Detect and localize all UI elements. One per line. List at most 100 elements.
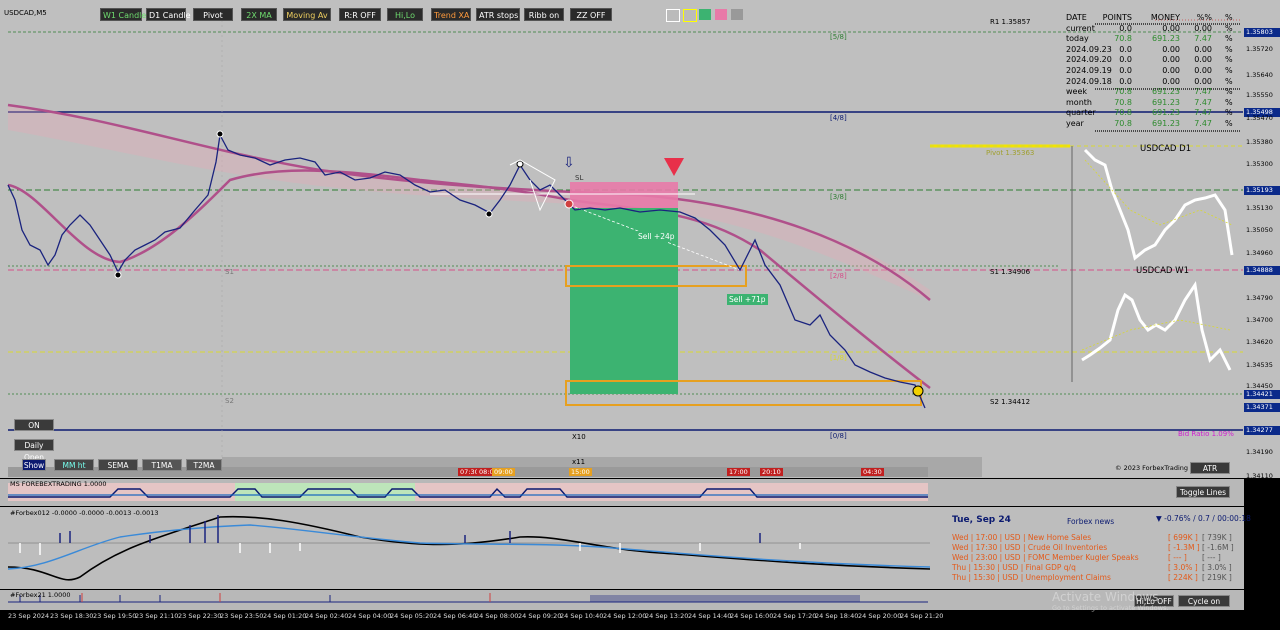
price-axis-label: 1.35050 <box>1246 226 1273 234</box>
indicator-3-label: #Forbex21 1.0000 <box>10 591 71 599</box>
murrey-5-8: [5/8] <box>830 33 847 41</box>
murrey-2-8: [2/8] <box>830 272 847 280</box>
toolbar-button-9[interactable]: Ribb on <box>524 8 564 21</box>
news-item-actual: [ --- ] <box>1168 553 1187 562</box>
news-item-actual: [ -1.3M ] <box>1168 543 1200 552</box>
toolbar-button-0[interactable]: W1 Candle <box>100 8 146 21</box>
s1-level-label: S1 1.34906 <box>990 268 1031 276</box>
murrey-4-8: [4/8] <box>830 114 847 122</box>
indicator-3-canvas <box>8 593 928 603</box>
indicator-1-label: MS FOREBEXTRADING 1.0000 <box>10 480 107 488</box>
activate-windows-subtext: Go to Settings to activate Windows. <box>1052 604 1169 612</box>
x10-marker: X10 <box>572 433 586 441</box>
r1-label: R1 1.35857 <box>990 18 1031 26</box>
news-panel: Tue, Sep 24 Forbex news ▼ -0.76% / 0.7 /… <box>940 511 1251 587</box>
mini-w1-title: USDCAD W1 <box>1136 266 1189 276</box>
price-axis-label: 1.34277 <box>1244 426 1280 435</box>
x11-marker: x11 <box>572 458 586 466</box>
toolbar-button-8[interactable]: ATR stops <box>476 8 520 21</box>
price-axis-label: 1.34960 <box>1246 249 1273 257</box>
indicator-2-canvas <box>7 515 930 581</box>
time-axis-label: 24 Sep 02:40 <box>305 612 349 620</box>
sema-button[interactable]: SEMA <box>98 459 138 471</box>
toolbar-button-3[interactable]: 2X MA <box>241 8 277 21</box>
news-item: Thu | 15:30 | USD | Final GDP q/q <box>952 563 1076 572</box>
indicator-1-panel[interactable]: MS FOREBEXTRADING 1.0000 Toggle Lines <box>0 479 1244 506</box>
daily-open-button[interactable]: Daily Open <box>14 439 54 462</box>
time-axis-label: 24 Sep 20:00 <box>858 612 902 620</box>
time-axis-label: 24 Sep 08:00 <box>475 612 519 620</box>
time-axis-label: 24 Sep 09:20 <box>518 612 562 620</box>
toolbar-button-6[interactable]: Hi,Lo <box>387 8 423 21</box>
price-axis-label: 1.34371 <box>1244 403 1280 412</box>
stop-loss-label: SL <box>575 174 584 182</box>
price-axis-label: 1.35470 <box>1246 114 1273 122</box>
show-button[interactable]: Show <box>22 459 46 471</box>
toolbar-button-10[interactable]: ZZ OFF <box>570 8 612 21</box>
price-axis-label: 1.34190 <box>1246 448 1273 456</box>
time-axis-label: 24 Sep 14:40 <box>688 612 732 620</box>
toolbar-button-4[interactable]: Moving Av <box>283 8 331 21</box>
down-arrow-icon: ⇩ <box>563 155 575 171</box>
price-axis-label: 1.34110 <box>1246 472 1273 480</box>
toolbar-button-2[interactable]: Pivot <box>193 8 233 21</box>
table-separators <box>1095 19 1240 132</box>
pivot-label: Pivot 1.35363 <box>986 149 1035 157</box>
news-item-actual: [ 3.0% ] <box>1168 563 1198 572</box>
copyright-label: © 2023 ForbexTrading <box>1115 464 1189 472</box>
price-axis-label: 1.35550 <box>1246 91 1273 99</box>
price-axis-label: 1.34700 <box>1246 316 1273 324</box>
murrey-1-8: [1/8] <box>830 354 847 362</box>
time-axis-label: 24 Sep 13:20 <box>645 612 689 620</box>
indicator-2-axis-mid: 0.00 <box>1246 539 1261 547</box>
indicator-2-panel[interactable]: #Forbex012 -0.0000 -0.0000 -0.0013 -0.00… <box>0 507 1271 589</box>
price-axis-label: 1.35300 <box>1246 160 1273 168</box>
price-axis-label: 1.35640 <box>1246 71 1273 79</box>
time-tag: 04:30 <box>861 468 884 476</box>
mm-ht-button[interactable]: MM ht <box>54 459 94 471</box>
atr-button[interactable]: ATR <box>1190 462 1230 474</box>
news-item: Wed | 23:00 | USD | FOMC Member Kugler S… <box>952 553 1139 562</box>
time-axis-label: 23 Sep 2024 <box>8 612 50 620</box>
cycle-on-button[interactable]: Cycle on <box>1178 595 1230 607</box>
news-item-forecast: [ 739K ] <box>1202 533 1232 542</box>
mini-d1-title: USDCAD D1 <box>1140 144 1192 154</box>
s2-marker: S2 <box>225 397 234 405</box>
time-axis-label: 24 Sep 05:20 <box>390 612 434 620</box>
time-axis-label: 24 Sep 12:00 <box>603 612 647 620</box>
price-axis-label: 1.34421 <box>1244 390 1280 399</box>
time-axis-label: 24 Sep 04:00 <box>348 612 392 620</box>
toolbar-button-1[interactable]: D1 Candle <box>146 8 191 21</box>
color-swatches[interactable] <box>666 9 744 22</box>
sell-trade-label-1: Sell +24p <box>636 231 677 242</box>
news-date: Tue, Sep 24 <box>952 515 1011 525</box>
sell-trade-label-2: Sell +71p <box>727 294 768 305</box>
news-item-forecast: [ 219K ] <box>1202 573 1232 582</box>
price-axis-label: 1.35720 <box>1246 45 1273 53</box>
time-axis-label: 23 Sep 23:50 <box>220 612 264 620</box>
news-item-actual: [ 699K ] <box>1168 533 1198 542</box>
main-chart[interactable]: USDCAD,M5 W1 Candle D1 Candle Pivot 2X MA Mo… <box>0 0 1280 480</box>
news-item-forecast: [ 3.0% ] <box>1202 563 1232 572</box>
price-axis-label: 1.34620 <box>1246 338 1273 346</box>
price-axis-label: 1.35803 <box>1244 28 1280 37</box>
t1ma-button[interactable]: T1MA <box>142 459 182 471</box>
toggle-lines-button[interactable]: Toggle Lines <box>1176 486 1230 498</box>
time-axis-label: 24 Sep 16:00 <box>730 612 774 620</box>
news-brand: Forbex news <box>1067 517 1115 526</box>
t2ma-button[interactable]: T2MA <box>186 459 222 471</box>
time-tag: 15:00 <box>569 468 592 476</box>
news-change: ▼ -0.76% / 0.7 / 00:00:18 <box>1156 514 1251 523</box>
murrey-3-8: [3/8] <box>830 193 847 201</box>
time-axis-label: 24 Sep 21:20 <box>900 612 944 620</box>
time-axis-label: 24 Sep 06:40 <box>433 612 477 620</box>
time-axis-label: 24 Sep 10:40 <box>560 612 604 620</box>
s1-marker: S1 <box>225 268 234 276</box>
bid-ratio-label: Bid Ratio 1.09% <box>1178 430 1234 438</box>
price-axis-label: 1.34535 <box>1246 361 1273 369</box>
indicator-2-label: #Forbex012 -0.0000 -0.0000 -0.0013 -0.00… <box>10 509 159 517</box>
on-button[interactable]: ON <box>14 419 54 431</box>
toolbar-button-7[interactable]: Trend XA <box>431 8 471 21</box>
toolbar-button-5[interactable]: R:R OFF <box>339 8 381 21</box>
price-axis-label: 1.35380 <box>1246 138 1273 146</box>
